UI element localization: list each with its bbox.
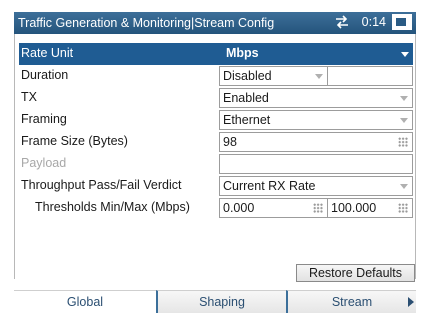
duration-row: Duration Disabled xyxy=(19,65,413,87)
keypad-icon[interactable] xyxy=(313,203,323,213)
network-arrows-icon xyxy=(334,15,350,29)
restore-defaults-button[interactable]: Restore Defaults xyxy=(296,264,415,282)
verdict-row: Throughput Pass/Fail Verdict Current RX … xyxy=(19,175,413,197)
chevron-down-icon xyxy=(401,52,409,57)
chevron-down-icon xyxy=(400,118,408,123)
title-bar: Traffic Generation & Monitoring|Stream C… xyxy=(14,12,416,34)
tab-stream-label: Stream xyxy=(331,295,373,309)
threshold-min-value: 0.000 xyxy=(223,201,255,215)
payload-field xyxy=(219,154,413,174)
framing-row: Framing Ethernet xyxy=(19,109,413,131)
threshold-min-input[interactable]: 0.000 xyxy=(219,198,328,218)
tx-value: Enabled xyxy=(223,91,269,105)
chevron-down-icon xyxy=(315,74,323,79)
threshold-max-value: 100.000 xyxy=(331,201,377,215)
status-area: 0:14 xyxy=(334,14,412,30)
duration-label: Duration xyxy=(21,68,69,82)
payload-row: Payload xyxy=(19,153,413,175)
framing-value: Ethernet xyxy=(223,113,271,127)
battery-icon xyxy=(392,14,412,30)
chevron-down-icon xyxy=(400,184,408,189)
frame-size-value: 98 xyxy=(223,135,237,149)
duration-value: Disabled xyxy=(223,69,272,83)
tx-select[interactable]: Enabled xyxy=(219,88,413,108)
tab-shaping[interactable]: Shaping xyxy=(156,290,286,313)
tab-shaping-label: Shaping xyxy=(199,295,245,309)
verdict-value: Current RX Rate xyxy=(223,179,316,193)
keypad-icon[interactable] xyxy=(398,137,408,147)
tab-bar: Global Shaping Stream xyxy=(14,290,416,313)
framing-select[interactable]: Ethernet xyxy=(219,110,413,130)
rate-unit-row[interactable]: Rate Unit Mbps xyxy=(19,43,413,65)
tab-stream[interactable]: Stream xyxy=(286,290,416,313)
rate-unit-value: Mbps xyxy=(226,46,259,60)
rate-unit-select[interactable]: Mbps xyxy=(223,44,413,64)
chevron-down-icon xyxy=(400,96,408,101)
settings-panel: Rate Unit Mbps Duration Disabled TX Enab… xyxy=(14,34,416,279)
duration-select[interactable]: Disabled xyxy=(219,66,328,86)
duration-time-field xyxy=(327,66,413,86)
frame-size-input[interactable]: 98 xyxy=(219,132,413,152)
thresholds-row: Thresholds Min/Max (Mbps) 0.000 100.000 xyxy=(19,197,413,219)
rate-unit-label: Rate Unit xyxy=(21,46,74,60)
tab-global-label: Global xyxy=(66,295,104,309)
thresholds-label: Thresholds Min/Max (Mbps) xyxy=(35,200,190,214)
frame-size-row: Frame Size (Bytes) 98 xyxy=(19,131,413,153)
tx-row: TX Enabled xyxy=(19,87,413,109)
tx-label: TX xyxy=(21,90,37,104)
verdict-label: Throughput Pass/Fail Verdict xyxy=(21,178,182,192)
framing-label: Framing xyxy=(21,112,67,126)
verdict-select[interactable]: Current RX Rate xyxy=(219,176,413,196)
threshold-max-input[interactable]: 100.000 xyxy=(327,198,413,218)
tab-global[interactable]: Global xyxy=(14,290,156,313)
payload-label: Payload xyxy=(21,156,67,170)
window-title: Traffic Generation & Monitoring|Stream C… xyxy=(18,16,275,30)
keypad-icon[interactable] xyxy=(398,203,408,213)
clock-time: 0:14 xyxy=(361,15,386,29)
chevron-right-icon[interactable] xyxy=(408,297,414,307)
frame-size-label: Frame Size (Bytes) xyxy=(21,134,128,148)
